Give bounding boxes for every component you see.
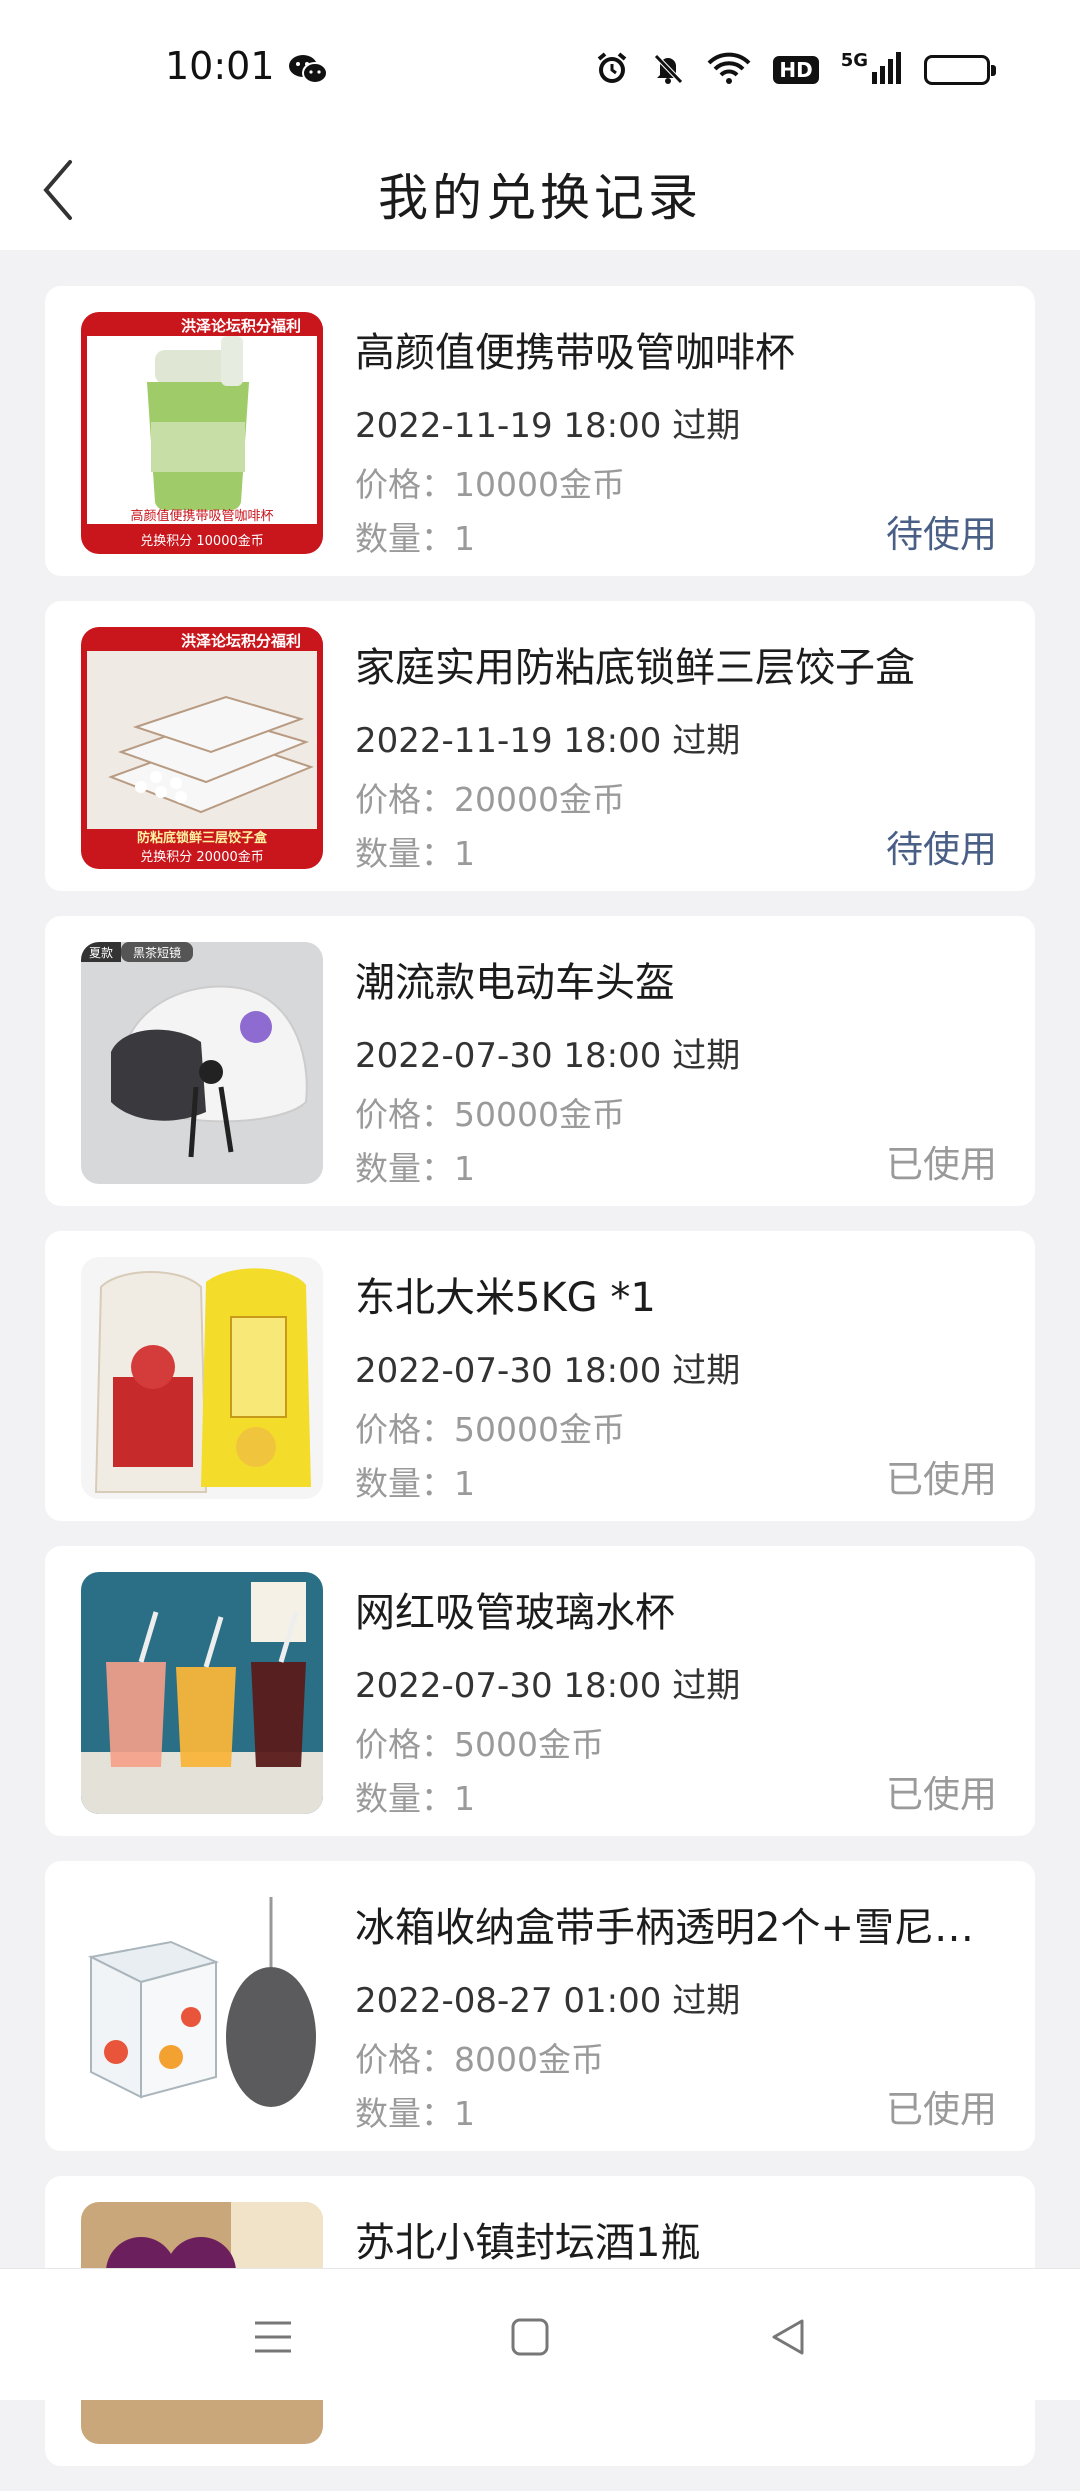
wechat-icon [288, 52, 328, 90]
item-title: 潮流款电动车头盔 [355, 960, 675, 1006]
product-image-storage-box[interactable] [81, 1887, 323, 2129]
header: 我的兑换记录 [0, 130, 1080, 250]
status-badge[interactable]: 已使用 [886, 1449, 997, 1503]
item-price: 价格：10000金币 [355, 465, 625, 504]
menu-icon [255, 2321, 291, 2353]
thumb-caption-text: 高颜值便携带吸管咖啡杯 [130, 508, 273, 524]
item-price: 价格：20000金币 [355, 780, 625, 819]
product-image-helmet[interactable]: 夏款 黑茶短镜 [81, 942, 323, 1184]
status-badge[interactable]: 已使用 [886, 1134, 997, 1188]
item-qty: 数量：1 [355, 834, 475, 873]
exchange-record-list[interactable]: 洪泽论坛积分福利 高颜值便携带吸管咖啡杯 兑换积分 10000金币 高颜值便携带… [45, 286, 1035, 2491]
product-image-dumpling-box[interactable]: 洪泽论坛积分福利 防粘底锁鲜三层饺子盒 兑换积分 20000金币 [81, 627, 323, 869]
item-expire: 2022-07-30 18:00 过期 [355, 1351, 741, 1391]
thumb-caption-text: 防粘底锁鲜三层饺子盒 [137, 830, 268, 846]
item-expire: 2022-11-19 18:00 过期 [355, 406, 741, 446]
hd-badge: HD [773, 56, 819, 84]
status-time: 10:01 [165, 44, 275, 88]
item-expire: 2022-07-30 18:00 过期 [355, 1036, 741, 1076]
thumb-banner-text: 洪泽论坛积分福利 [181, 317, 301, 335]
item-expire: 2022-07-30 18:00 过期 [355, 1666, 741, 1706]
signal-icon [872, 52, 902, 88]
status-badge[interactable]: 待使用 [886, 819, 997, 873]
wifi-icon [707, 51, 751, 89]
item-title: 家庭实用防粘底锁鲜三层饺子盒 [355, 645, 915, 691]
back-triangle-icon [772, 2319, 804, 2355]
item-price: 价格：50000金币 [355, 1410, 625, 1449]
product-image-coffee-cup[interactable]: 洪泽论坛积分福利 高颜值便携带吸管咖啡杯 兑换积分 10000金币 [81, 312, 323, 554]
product-image-glass-cups[interactable] [81, 1572, 323, 1814]
thumb-points-text: 兑换积分 10000金币 [140, 533, 264, 549]
list-item[interactable]: 夏款 黑茶短镜 潮流款电动车头盔 2022-07-30 18:00 过期 价格：… [45, 916, 1035, 1206]
item-qty: 数量：1 [355, 1464, 475, 1503]
list-item[interactable]: 网红吸管玻璃水杯 2022-07-30 18:00 过期 价格：5000金币 数… [45, 1546, 1035, 1836]
home-square-icon [511, 2318, 549, 2356]
item-qty: 数量：1 [355, 2094, 475, 2133]
status-badge[interactable]: 待使用 [886, 504, 997, 558]
list-item[interactable]: 冰箱收纳盒带手柄透明2个+雪尼… 2022-08-27 01:00 过期 价格：… [45, 1861, 1035, 2151]
item-title: 网红吸管玻璃水杯 [355, 1590, 675, 1636]
network-type-label: 5G [840, 49, 868, 71]
list-item[interactable]: 洪泽论坛积分福利 防粘底锁鲜三层饺子盒 兑换积分 20000金币 家庭实用防粘底… [45, 601, 1035, 891]
product-image-rice[interactable] [81, 1257, 323, 1499]
list-item[interactable]: 东北大米5KG *1 2022-07-30 18:00 过期 价格：50000金… [45, 1231, 1035, 1521]
list-item[interactable]: 洪泽论坛积分福利 高颜值便携带吸管咖啡杯 兑换积分 10000金币 高颜值便携带… [45, 286, 1035, 576]
item-price: 价格：8000金币 [355, 2040, 604, 2079]
thumb-tag-text: 夏款 [89, 946, 113, 960]
battery-icon [924, 55, 996, 85]
status-badge[interactable]: 已使用 [886, 1764, 997, 1818]
thumb-banner-text: 洪泽论坛积分福利 [181, 632, 301, 650]
item-price: 价格：5000金币 [355, 1725, 604, 1764]
item-qty: 数量：1 [355, 519, 475, 558]
thumb-points-text: 兑换积分 20000金币 [140, 849, 264, 865]
page-title: 我的兑换记录 [378, 169, 702, 227]
thumb-tag-text: 黑茶短镜 [133, 945, 181, 960]
status-icons: HD 5G [595, 49, 996, 90]
item-title: 高颜值便携带吸管咖啡杯 [355, 330, 795, 376]
status-bar: 10:01 HD 5G [0, 0, 1080, 130]
home-button[interactable] [500, 2307, 560, 2367]
menu-button[interactable] [243, 2307, 303, 2367]
alarm-icon [595, 51, 629, 89]
item-price: 价格：50000金币 [355, 1095, 625, 1134]
item-qty: 数量：1 [355, 1779, 475, 1818]
item-title: 东北大米5KG *1 [355, 1275, 656, 1321]
system-nav-bar [0, 2268, 1080, 2400]
item-expire: 2022-08-27 01:00 过期 [355, 1981, 741, 2021]
item-title: 苏北小镇封坛酒1瓶 [355, 2220, 701, 2266]
item-qty: 数量：1 [355, 1149, 475, 1188]
mute-icon [651, 51, 685, 89]
item-expire: 2022-11-19 18:00 过期 [355, 721, 741, 761]
status-badge[interactable]: 已使用 [886, 2079, 997, 2133]
system-back-button[interactable] [758, 2307, 818, 2367]
item-title: 冰箱收纳盒带手柄透明2个+雪尼… [355, 1905, 974, 1951]
